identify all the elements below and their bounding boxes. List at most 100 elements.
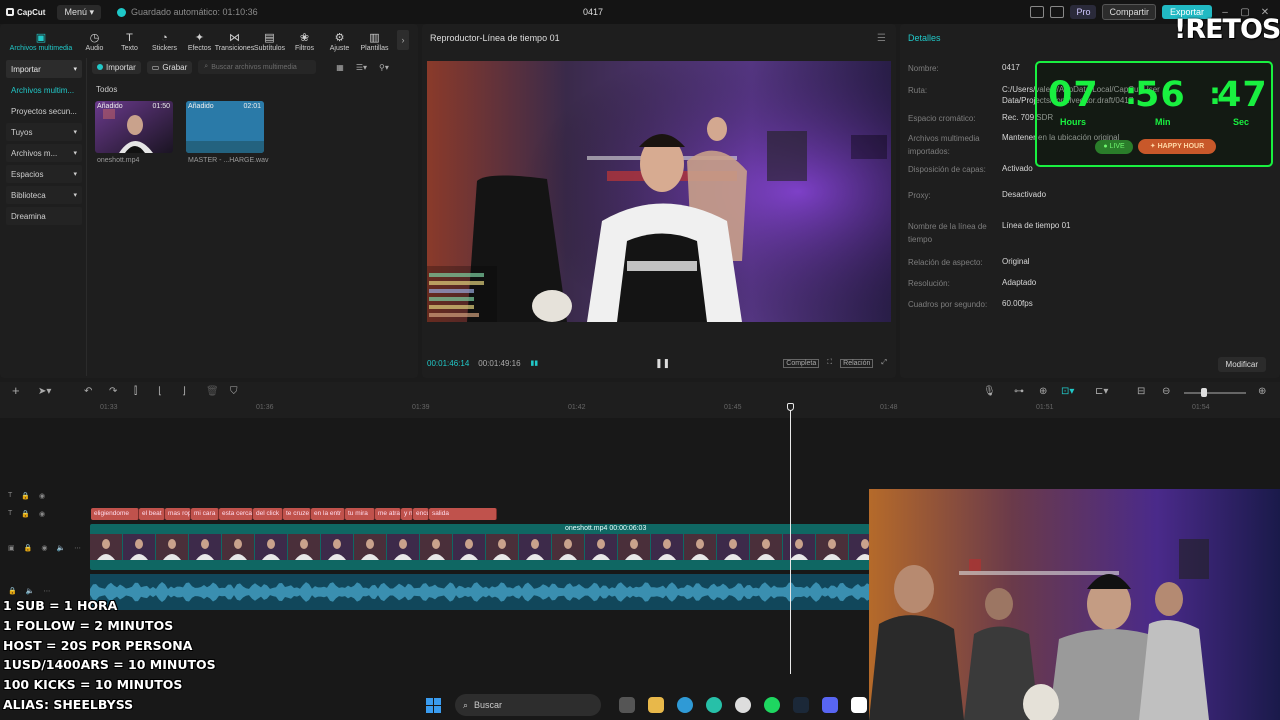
caption-clip[interactable]: eligiendome — [91, 508, 139, 520]
select-tool-icon[interactable]: ➤▾ — [38, 386, 51, 397]
zoom-out-icon[interactable]: ⊖ — [1162, 386, 1170, 397]
side-nav-item[interactable]: Archivos multim... — [6, 81, 82, 99]
player-video[interactable] — [427, 61, 891, 322]
player-menu-icon[interactable]: ☰ — [877, 33, 886, 44]
timeline-ruler[interactable]: 01:33 01:36 01:39 01:42 01:45 01:48 01:51 01:54 — [90, 404, 1280, 416]
ratio-button[interactable]: Relación — [840, 358, 874, 368]
more-icon[interactable]: ⋯ — [74, 544, 81, 552]
zoom-slider[interactable] — [1184, 392, 1246, 394]
tab-sticker[interactable]: ◔ Stickers — [148, 24, 181, 54]
tab-transitions[interactable]: ⋈ Transiciones — [215, 24, 254, 54]
side-nav-item[interactable]: Dreamina — [6, 207, 82, 225]
marker-icon[interactable]: ⛉ — [230, 386, 238, 397]
mute-icon[interactable]: 🔈 — [56, 544, 65, 552]
task-view-icon[interactable] — [619, 697, 635, 713]
side-nav-item[interactable]: Importar ▾ — [6, 60, 82, 78]
link-icon[interactable]: ⊶ — [1014, 386, 1024, 397]
tab-effects[interactable]: ✦ Efectos — [183, 24, 216, 54]
tab-adjust[interactable]: ⚙ Ajuste — [323, 24, 356, 54]
full-quality-button[interactable]: Completa — [783, 358, 820, 368]
media-thumb-video[interactable]: Añadido 01:50 — [95, 101, 173, 153]
visibility-icon[interactable]: ◉ — [39, 510, 45, 518]
trim-left-icon[interactable]: ⌊ — [158, 386, 162, 397]
pause-icon[interactable]: ❚❚ — [655, 358, 670, 369]
browser-icon[interactable] — [706, 697, 722, 713]
lock-icon[interactable]: 🔒 — [8, 587, 17, 595]
trim-right-icon[interactable]: ⌋ — [182, 386, 186, 397]
lock-icon[interactable]: 🔒 — [24, 544, 33, 552]
share-button[interactable]: Compartir — [1102, 4, 1156, 20]
tab-text[interactable]: T Texto — [113, 24, 146, 54]
split-icon[interactable]: ⫿ — [134, 386, 137, 397]
side-nav-item[interactable]: Archivos m... ▾ — [6, 144, 82, 162]
record-button[interactable]: ▭ Grabar — [146, 60, 193, 74]
fullscreen-icon[interactable]: ⤢ — [881, 359, 887, 367]
side-nav-item[interactable]: Biblioteca ▾ — [6, 186, 82, 204]
tab-media[interactable]: ▣ Archivos multimedia — [6, 24, 76, 54]
media-search-input[interactable]: ⌕ Buscar archivos multimedia — [198, 60, 317, 74]
caption-clip[interactable]: el beat — [139, 508, 165, 520]
tab-subtitles[interactable]: ▤ Subtítulos — [253, 24, 286, 54]
caption-clip[interactable]: esta cerca — [219, 508, 253, 520]
layout-icon[interactable] — [1030, 6, 1045, 18]
sort-icon[interactable]: ☰▾ — [356, 63, 367, 72]
video-clip[interactable]: oneshott.mp4 00:00:06:03 — [90, 524, 870, 570]
tabs-scroll-icon[interactable]: › — [397, 30, 409, 50]
import-button[interactable]: Importar — [92, 60, 141, 74]
snap-icon[interactable]: ⊏▾ — [1095, 386, 1108, 397]
preview-axis-icon[interactable]: ⊕ — [1039, 386, 1047, 397]
filter-icon[interactable]: ⚲▾ — [379, 63, 389, 72]
caption-clip[interactable]: mi cara — [191, 508, 219, 520]
player-title: Reproductor-Línea de tiempo 01 — [430, 33, 560, 43]
delete-icon[interactable]: 🗑 — [206, 386, 219, 397]
obs-icon[interactable] — [735, 697, 751, 713]
taskbar-search[interactable]: ⌕ Buscar — [455, 694, 601, 716]
side-nav-item[interactable]: Espacios ▾ — [6, 165, 82, 183]
tab-audio[interactable]: ◷ Audio — [78, 24, 111, 54]
capcut-taskbar-icon[interactable] — [851, 697, 867, 713]
discord-icon[interactable] — [822, 697, 838, 713]
caption-clip[interactable]: me atra — [375, 508, 401, 520]
playhead-handle[interactable] — [787, 403, 794, 411]
add-track-icon[interactable]: + — [12, 383, 20, 398]
visibility-icon[interactable]: ◉ — [41, 544, 47, 552]
more-icon[interactable]: ⋯ — [43, 587, 50, 595]
caption-clip[interactable]: en la entr — [311, 508, 345, 520]
lock-icon[interactable]: 🔒 — [21, 492, 30, 500]
caption-clip[interactable]: mas rop — [165, 508, 191, 520]
side-nav-item[interactable]: Tuyos ▾ — [6, 123, 82, 141]
tab-filters[interactable]: ❀ Filtros — [288, 24, 321, 54]
spotify-icon[interactable] — [764, 697, 780, 713]
zoom-in-icon[interactable]: ⊕ — [1258, 386, 1266, 397]
steam-icon[interactable] — [793, 697, 809, 713]
caption-clip[interactable]: salida — [429, 508, 497, 520]
redo-icon[interactable]: ↷ — [109, 386, 117, 397]
zoom-slider-handle[interactable] — [1201, 388, 1207, 397]
side-nav-item[interactable]: Proyectos secun... — [6, 102, 82, 120]
shortcuts-icon[interactable] — [1050, 6, 1065, 18]
windows-start-icon[interactable] — [426, 697, 441, 713]
lock-icon[interactable]: 🔒 — [21, 510, 30, 518]
media-thumb-audio[interactable]: Añadido 02:01 — [186, 101, 264, 153]
caption-clip[interactable]: del click — [253, 508, 283, 520]
microphone-icon[interactable]: 🎙 — [983, 386, 996, 397]
caption-clip[interactable]: te cruze — [283, 508, 311, 520]
crop-icon[interactable]: ⛶ — [827, 359, 832, 367]
file-explorer-icon[interactable] — [648, 697, 664, 713]
edge-icon[interactable] — [677, 697, 693, 713]
caption-clip[interactable]: y n — [401, 508, 413, 520]
playhead[interactable] — [790, 404, 791, 674]
magnet-icon[interactable]: ⊡▾ — [1061, 386, 1074, 397]
captions-icon[interactable]: ⊟ — [1137, 386, 1145, 397]
caption-clip[interactable]: encu — [413, 508, 429, 520]
mute-icon[interactable]: 🔈 — [26, 587, 35, 595]
pro-button[interactable]: Pro — [1070, 5, 1097, 19]
visibility-icon[interactable]: ◉ — [39, 492, 45, 500]
caption-clip[interactable]: tu mira — [345, 508, 375, 520]
tab-templates[interactable]: ▥ Plantillas — [358, 24, 391, 54]
modify-button[interactable]: Modificar — [1217, 357, 1266, 372]
menu-button[interactable]: Menú ▾ — [57, 4, 101, 20]
text-track-controls: T 🔒 ◉ — [8, 492, 45, 500]
grid-view-icon[interactable]: ▦ — [336, 63, 344, 72]
undo-icon[interactable]: ↶ — [84, 386, 92, 397]
